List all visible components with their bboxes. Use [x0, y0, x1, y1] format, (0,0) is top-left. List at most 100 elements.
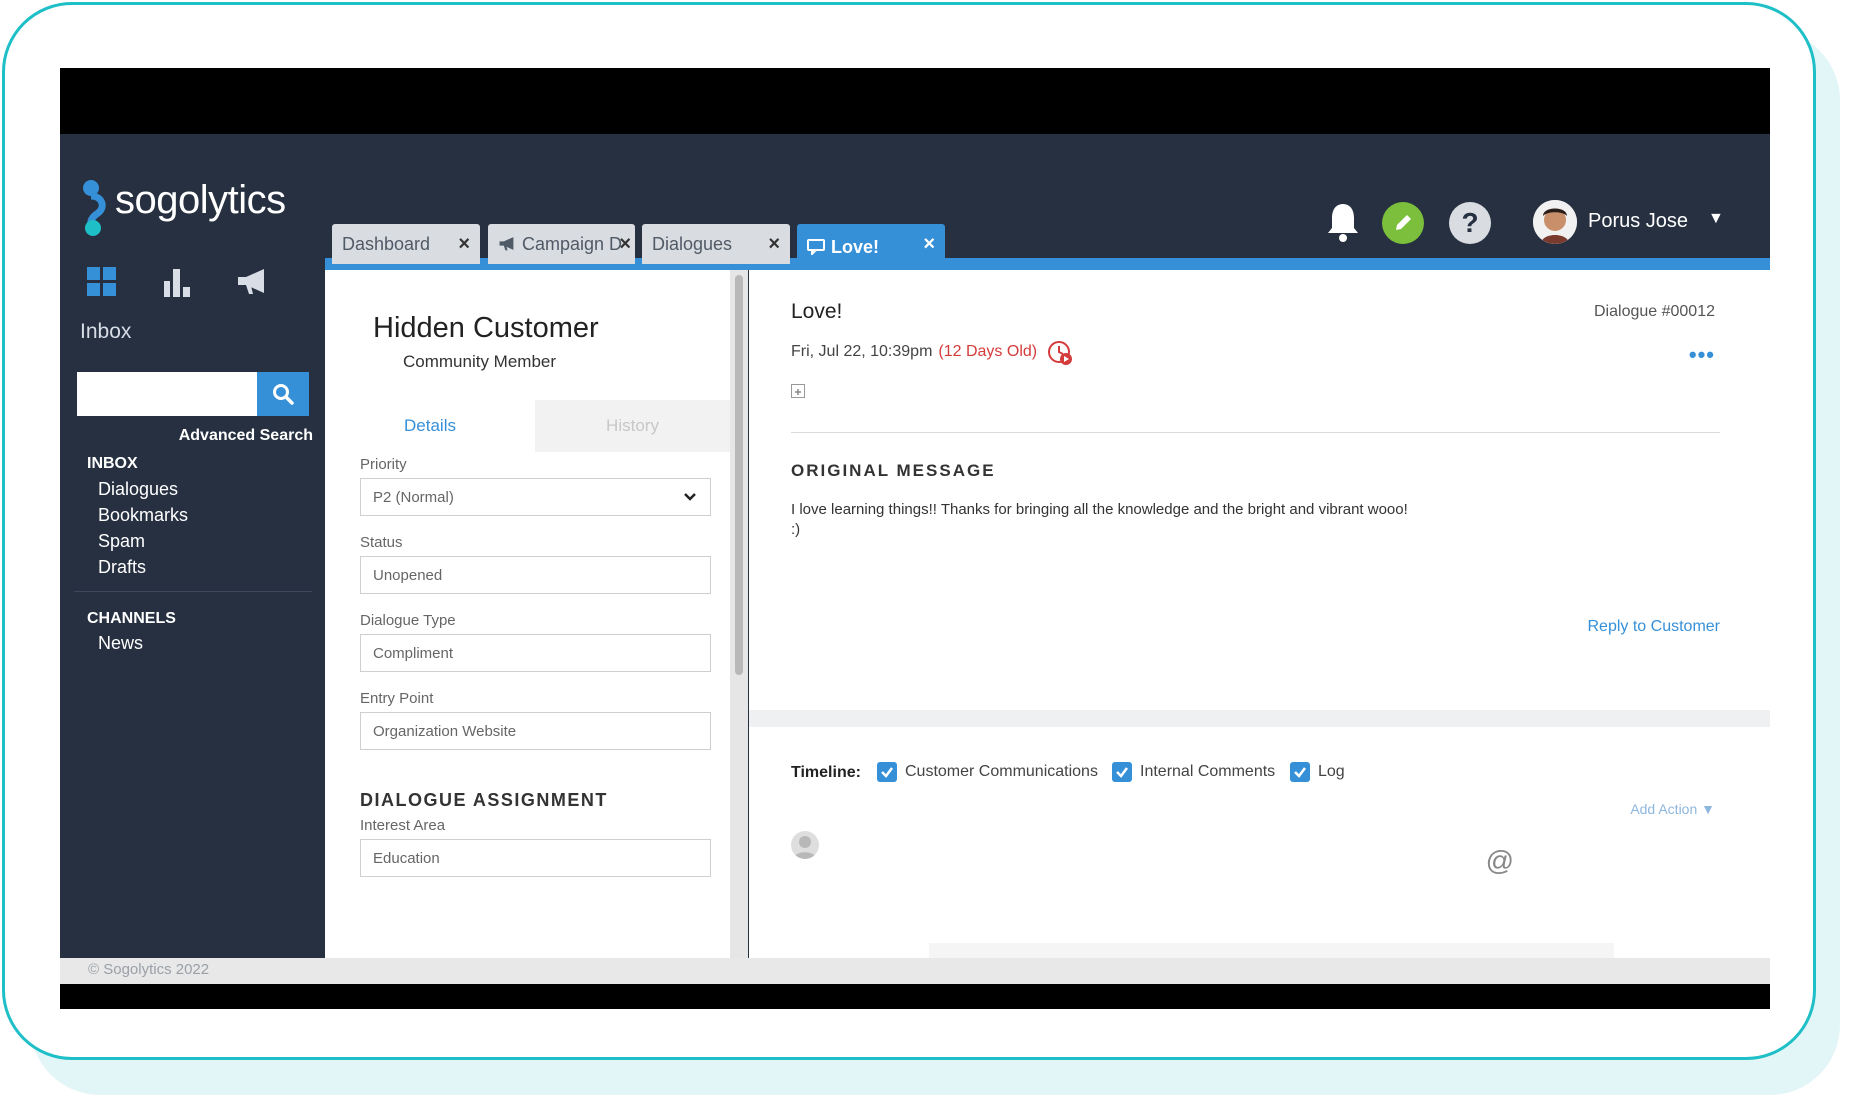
dialogue-date-line: Fri, Jul 22, 10:39pm (12 Days Old) [791, 343, 1037, 361]
checkbox-icon[interactable] [877, 762, 897, 782]
tab-details[interactable]: Details [325, 400, 535, 452]
tab-label: Dialogues [652, 233, 733, 254]
tab-dashboard[interactable]: Dashboard × [332, 224, 480, 264]
filter-customer-communications[interactable]: Customer Communications [877, 762, 1098, 782]
priority-value: P2 (Normal) [373, 488, 454, 506]
scrollbar[interactable] [730, 270, 748, 958]
inbox-heading: INBOX [87, 455, 138, 472]
assignment-heading: DIALOGUE ASSIGNMENT [360, 790, 608, 810]
sidebar-item-drafts[interactable]: Drafts [98, 557, 146, 578]
search-icon [273, 384, 294, 405]
close-icon[interactable]: × [458, 233, 470, 256]
close-icon[interactable]: × [619, 233, 631, 256]
dashboard-grid-icon[interactable] [82, 262, 122, 302]
nav-icons [82, 262, 312, 302]
screen: sogolytics Inbox Advanced Search INBOX D… [60, 68, 1770, 1009]
channels-heading: CHANNELS [87, 610, 176, 627]
screen-bottom-bar [60, 984, 1770, 1009]
sidebar-item-spam[interactable]: Spam [98, 531, 145, 552]
interest-area-value: Education [373, 849, 440, 867]
original-message-body: I love learning things!! Thanks for brin… [791, 500, 1711, 540]
sidebar-divider [74, 591, 312, 592]
internal-comment-input[interactable] [929, 943, 1614, 958]
tab-label: Campaign Da [522, 233, 622, 254]
customer-role: Community Member [403, 352, 557, 371]
interest-area-field[interactable]: Education [360, 839, 711, 877]
advanced-search-link[interactable]: Advanced Search [179, 427, 313, 445]
search-input[interactable] [77, 372, 257, 416]
copyright-text: © Sogolytics 2022 [88, 961, 210, 978]
expand-icon[interactable] [791, 384, 805, 398]
section-label-inbox: Inbox [80, 320, 132, 343]
divider [791, 432, 1720, 433]
panel-gap [749, 710, 1770, 727]
comment-wrapper: @ [839, 835, 1614, 958]
entry-point-label: Entry Point [360, 690, 434, 707]
sidebar-item-dialogues[interactable]: Dialogues [98, 479, 178, 500]
bell-icon[interactable] [1325, 201, 1361, 243]
status-field[interactable]: Unopened [360, 556, 711, 594]
customer-name: Hidden Customer [373, 312, 599, 344]
help-icon[interactable]: ? [1449, 202, 1491, 244]
tab-history[interactable]: History [535, 400, 730, 452]
tab-dialogues[interactable]: Dialogues × [642, 224, 790, 264]
logo-text: sogolytics [115, 178, 286, 222]
megaphone-icon [499, 237, 514, 251]
overdue-clock-icon [1048, 341, 1072, 365]
bar-chart-icon[interactable] [157, 262, 197, 302]
detail-subtabs: Details History [325, 400, 730, 452]
checkbox-icon[interactable] [1112, 762, 1132, 782]
timeline-panel: Timeline: Customer Communications Intern… [749, 727, 1770, 958]
mention-icon[interactable]: @ [1486, 845, 1514, 877]
close-icon[interactable]: × [923, 233, 935, 256]
sidebar-item-news[interactable]: News [98, 633, 143, 654]
priority-select[interactable]: P2 (Normal) [360, 478, 711, 516]
dialogue-date: Fri, Jul 22, 10:39pm [791, 343, 933, 360]
filter-log[interactable]: Log [1290, 762, 1345, 782]
logo[interactable]: sogolytics [82, 174, 312, 238]
customer-detail-panel: Hidden Customer Community Member Details… [325, 270, 730, 958]
dialogue-title: Love! [791, 300, 843, 323]
comment-icon [807, 239, 825, 255]
user-name[interactable]: Porus Jose [1588, 210, 1688, 233]
footer: © Sogolytics 2022 [60, 958, 1770, 984]
checkbox-icon[interactable] [1290, 762, 1310, 782]
tab-campaign[interactable]: Campaign Da × [488, 224, 635, 264]
interest-area-label: Interest Area [360, 817, 446, 834]
dialogue-panel: Love! Dialogue #00012 Fri, Jul 22, 10:39… [749, 270, 1770, 710]
scrollbar-thumb[interactable] [735, 275, 743, 675]
entry-point-value: Organization Website [373, 722, 517, 740]
message-line: I love learning things!! Thanks for brin… [791, 501, 1408, 518]
megaphone-icon[interactable] [232, 262, 272, 302]
dialogue-age: (12 Days Old) [938, 343, 1038, 360]
more-options-button[interactable]: ••• [1689, 342, 1715, 368]
pencil-icon[interactable] [1382, 202, 1424, 244]
status-label: Status [360, 534, 403, 551]
priority-label: Priority [360, 456, 407, 473]
tab-label: Dashboard [342, 233, 431, 254]
user-avatar-icon [791, 831, 819, 859]
sidebar-item-bookmarks[interactable]: Bookmarks [98, 505, 188, 526]
avatar[interactable] [1533, 200, 1577, 244]
chevron-down-icon[interactable]: ▼ [1708, 210, 1724, 228]
reply-to-customer-link[interactable]: Reply to Customer [1588, 618, 1721, 636]
chevron-down-icon [684, 493, 696, 501]
dialogue-type-label: Dialogue Type [360, 612, 456, 629]
entry-point-field[interactable]: Organization Website [360, 712, 711, 750]
sidebar: sogolytics Inbox Advanced Search INBOX D… [60, 134, 325, 958]
original-message-heading: ORIGINAL MESSAGE [791, 461, 996, 480]
close-icon[interactable]: × [768, 233, 780, 256]
add-action-button[interactable]: Add Action ▼ [1630, 801, 1715, 817]
tab-love[interactable]: Love! × [797, 224, 945, 270]
dialogue-type-value: Compliment [373, 644, 454, 662]
dialogue-type-field[interactable]: Compliment [360, 634, 711, 672]
filter-label: Log [1318, 763, 1345, 780]
status-value: Unopened [373, 566, 443, 584]
search-button[interactable] [257, 372, 309, 416]
tab-label: Love! [831, 236, 880, 257]
filter-label: Customer Communications [905, 763, 1098, 780]
filter-internal-comments[interactable]: Internal Comments [1112, 762, 1275, 782]
filter-label: Internal Comments [1140, 763, 1276, 780]
app-window: sogolytics Inbox Advanced Search INBOX D… [60, 134, 1770, 984]
sidebar-search [77, 372, 313, 416]
